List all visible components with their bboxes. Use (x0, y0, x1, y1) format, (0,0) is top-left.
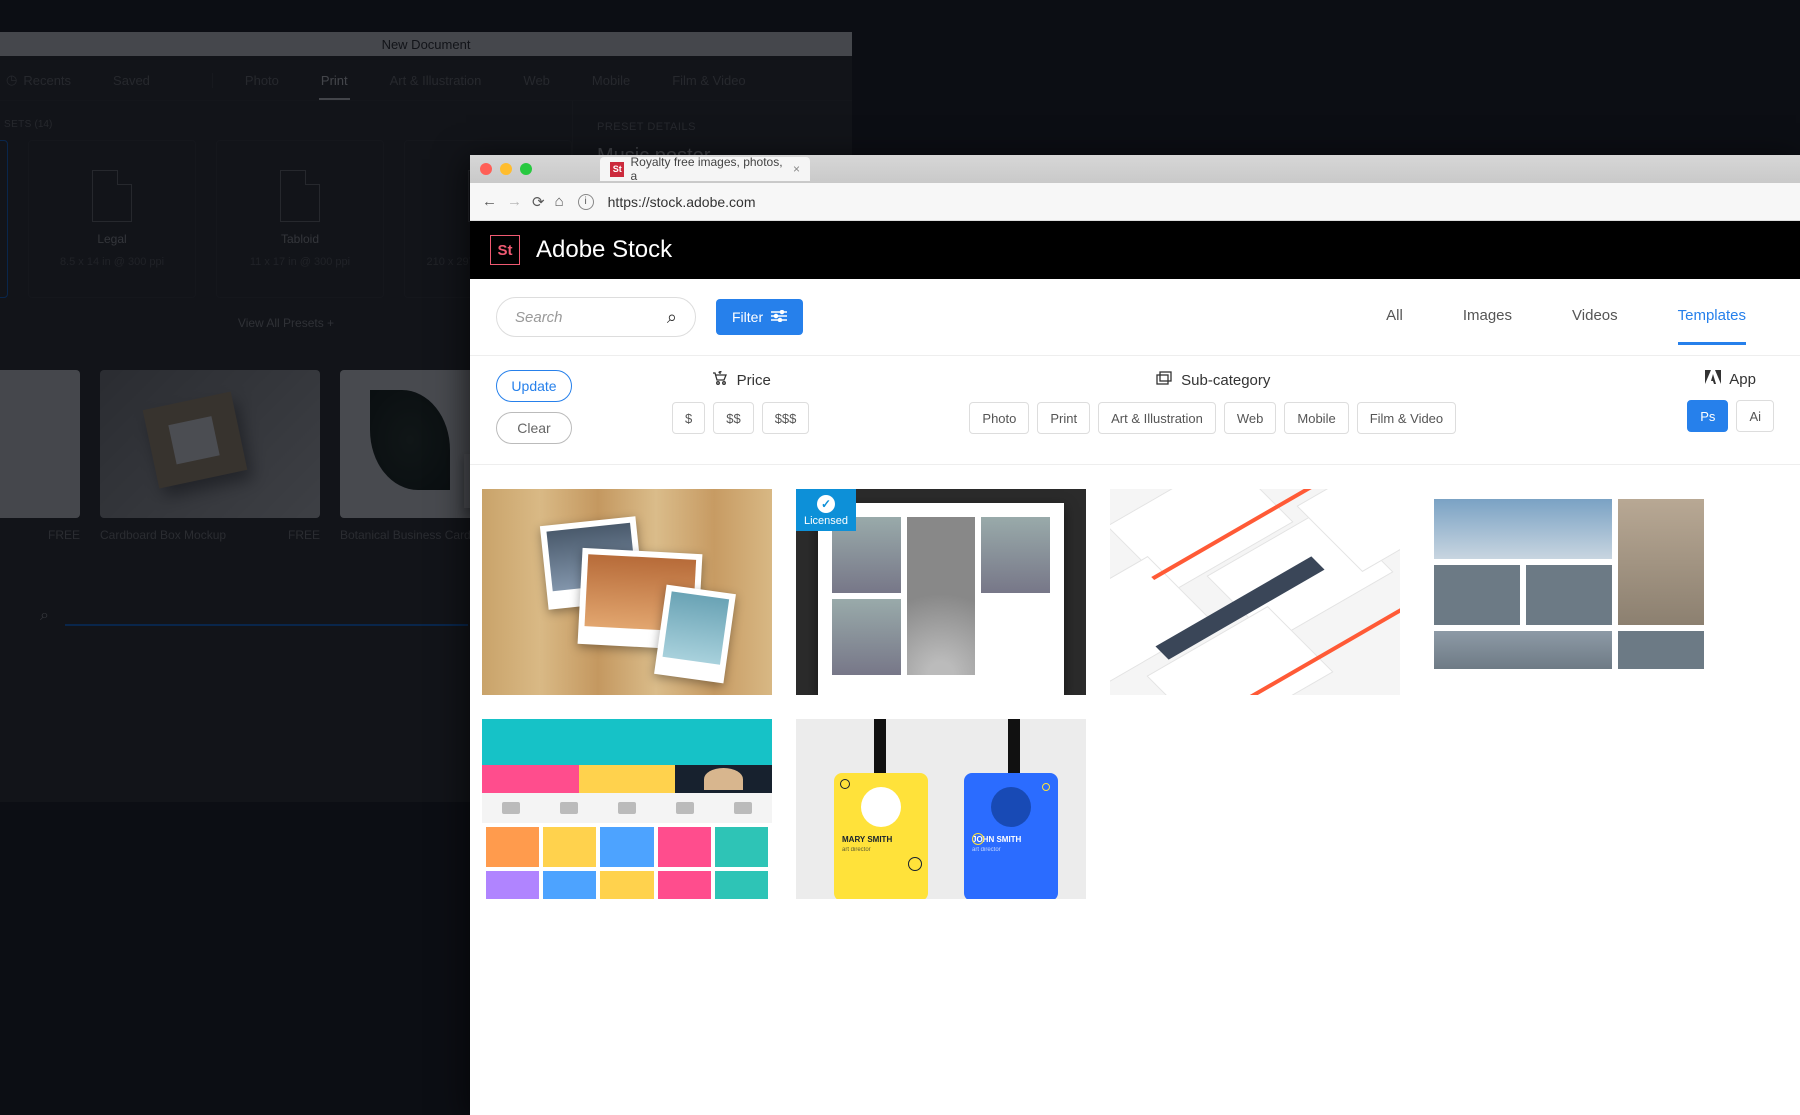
price-3[interactable]: $$$ (762, 402, 810, 434)
search-placeholder: Search (515, 309, 563, 326)
subcat-art[interactable]: Art & Illustration (1098, 402, 1216, 434)
filter-group-subcategory: Sub-category Photo Print Art & Illustrat… (969, 370, 1456, 434)
window-controls[interactable] (480, 163, 532, 175)
maximize-window-icon[interactable] (520, 163, 532, 175)
back-icon[interactable]: ← (482, 193, 497, 210)
results-grid: ✓ Licensed (470, 465, 1800, 899)
tab-mobile[interactable]: Mobile (590, 73, 632, 88)
favicon-st-icon: St (610, 162, 624, 177)
nav-videos[interactable]: Videos (1572, 307, 1618, 345)
clear-button[interactable]: Clear (496, 412, 572, 444)
filter-group-app: App Ps Ai (1687, 370, 1774, 432)
newdoc-category-tabs: ◷Recents Saved Photo Print Art & Illustr… (0, 56, 852, 101)
close-tab-icon[interactable]: × (793, 162, 800, 176)
window-title: New Document (0, 32, 852, 56)
result-card[interactable]: MARY SMITH art director JOHN SMITH art d… (796, 719, 1086, 899)
adobe-stock-logo-icon: St (490, 235, 520, 265)
browser-tab[interactable]: St Royalty free images, photos, a × (600, 157, 810, 181)
minimize-window-icon[interactable] (500, 163, 512, 175)
nav-images[interactable]: Images (1463, 307, 1512, 345)
tab-film-video[interactable]: Film & Video (670, 73, 747, 88)
filter-button[interactable]: Filter (716, 299, 803, 335)
stock-category-nav: All Images Videos Templates (1386, 307, 1774, 327)
preset-details-label: PRESET DETAILS (597, 121, 828, 133)
preset-card-tabloid[interactable]: Tabloid 11 x 17 in @ 300 ppi (216, 140, 384, 298)
filter-row: Update Clear Price $ $$ $$$ Sub-category… (470, 356, 1800, 465)
search-input[interactable]: Search ⌕ (496, 297, 696, 337)
page-icon (280, 170, 320, 222)
template-card-box-mockup[interactable]: Cardboard Box MockupFREE (100, 370, 320, 542)
update-button[interactable]: Update (496, 370, 572, 402)
presets-count-label: SETS (14) (0, 119, 572, 130)
forward-icon[interactable]: → (507, 193, 522, 210)
search-icon[interactable]: ⌕ (667, 307, 677, 328)
price-1[interactable]: $ (672, 402, 705, 434)
result-card[interactable]: ✓ Licensed (796, 489, 1086, 695)
preset-card-selected[interactable] (0, 140, 8, 298)
nav-all[interactable]: All (1386, 307, 1403, 345)
browser-toolbar: ← → ⟳ ⌂ i https://stock.adobe.com (470, 183, 1800, 221)
tab-print[interactable]: Print (319, 73, 350, 100)
chrome-browser-window: St Royalty free images, photos, a × ← → … (470, 155, 1800, 1115)
site-info-icon[interactable]: i (578, 194, 594, 210)
page-icon (92, 170, 132, 222)
subcat-film[interactable]: Film & Video (1357, 402, 1456, 434)
adobe-stock-brand: Adobe Stock (536, 236, 672, 264)
price-2[interactable]: $$ (713, 402, 753, 434)
home-icon[interactable]: ⌂ (555, 193, 564, 210)
tab-title: Royalty free images, photos, a (630, 155, 787, 183)
template-thumbnail (0, 370, 80, 518)
template-card[interactable]: FREE (0, 370, 80, 542)
result-card[interactable] (1110, 489, 1400, 695)
clock-icon: ◷ (6, 72, 17, 88)
subcat-mobile[interactable]: Mobile (1284, 402, 1348, 434)
result-card[interactable] (482, 489, 772, 695)
reload-icon[interactable]: ⟳ (532, 193, 545, 211)
adobe-a-icon (1705, 370, 1721, 388)
filter-group-price: Price $ $$ $$$ (672, 370, 809, 434)
stack-icon (1155, 370, 1173, 390)
subcat-photo[interactable]: Photo (969, 402, 1029, 434)
nav-templates[interactable]: Templates (1678, 307, 1746, 345)
address-bar[interactable]: https://stock.adobe.com (608, 194, 1788, 210)
app-ps[interactable]: Ps (1687, 400, 1728, 432)
check-icon: ✓ (817, 495, 835, 513)
result-card[interactable] (482, 719, 772, 899)
sliders-icon (771, 309, 787, 325)
subcat-print[interactable]: Print (1037, 402, 1090, 434)
search-icon: ⌕ (40, 607, 49, 625)
browser-tabstrip: St Royalty free images, photos, a × (470, 155, 1800, 183)
preset-card-legal[interactable]: Legal 8.5 x 14 in @ 300 ppi (28, 140, 196, 298)
tab-photo[interactable]: Photo (243, 73, 281, 88)
tab-recents[interactable]: ◷Recents (4, 72, 73, 88)
subcat-web[interactable]: Web (1224, 402, 1277, 434)
stock-searchbar: Search ⌕ Filter All Images Videos Templa… (470, 279, 1800, 356)
search-input[interactable] (65, 606, 468, 626)
app-ai[interactable]: Ai (1736, 400, 1774, 432)
result-card[interactable] (1424, 489, 1714, 669)
close-window-icon[interactable] (480, 163, 492, 175)
tab-saved[interactable]: Saved (111, 73, 152, 88)
licensed-badge: ✓ Licensed (796, 489, 856, 531)
tab-art-illustration[interactable]: Art & Illustration (388, 73, 484, 88)
template-thumbnail (100, 370, 320, 518)
tab-web[interactable]: Web (521, 73, 552, 88)
cart-icon (711, 370, 729, 390)
adobe-stock-header: St Adobe Stock (470, 221, 1800, 279)
